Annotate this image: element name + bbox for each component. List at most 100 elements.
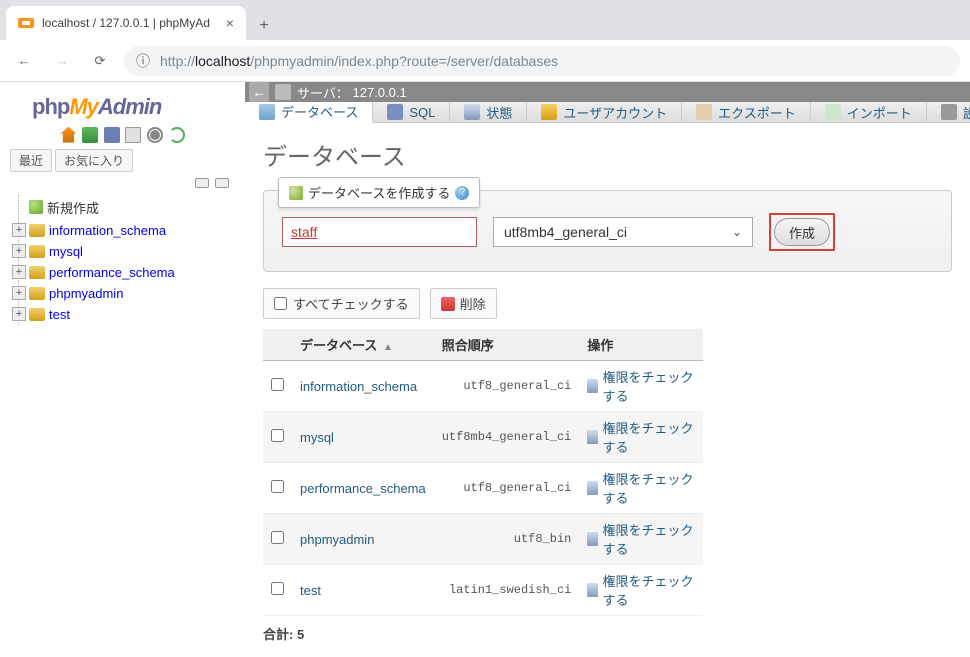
tree-item[interactable]: + mysql — [12, 241, 237, 262]
user-icon — [541, 104, 557, 120]
create-button[interactable]: 作成 — [774, 218, 830, 246]
tree-item[interactable]: +information_schema — [12, 220, 237, 241]
total-row: 合計: 5 — [263, 624, 952, 643]
privileges-icon — [587, 481, 598, 495]
db-name-link[interactable]: mysql — [300, 430, 334, 445]
expand-icon[interactable]: + — [12, 265, 26, 279]
row-checkbox[interactable] — [271, 378, 284, 391]
tab-settings[interactable]: 設定 — [927, 102, 970, 122]
check-privileges-link[interactable]: 権限をチェックする — [587, 469, 695, 507]
server-icon — [275, 84, 291, 100]
new-tab-button[interactable]: + — [250, 12, 278, 40]
check-all[interactable]: すべてチェックする — [263, 288, 420, 319]
database-icon — [259, 104, 275, 120]
tree-item-label: phpmyadmin — [49, 286, 123, 301]
db-icon — [29, 308, 45, 321]
status-icon — [464, 104, 480, 120]
sidebar: phpMyAdmin 最近 お気に入り — [0, 82, 245, 600]
tab-status[interactable]: 状態 — [450, 102, 527, 122]
row-checkbox[interactable] — [271, 582, 284, 595]
tree-item[interactable]: + test — [12, 304, 237, 325]
db-icon — [29, 245, 45, 258]
db-icon — [29, 266, 45, 279]
home-icon[interactable] — [60, 127, 76, 143]
collation-select[interactable]: utf8mb4_general_ci ⌄ — [493, 217, 753, 247]
check-privileges-link[interactable]: 権限をチェックする — [587, 367, 695, 405]
docs-icon[interactable] — [125, 127, 141, 143]
sidebar-toolbar — [8, 126, 237, 143]
db-tree: 新規作成 +information_schema+mysql+performan… — [8, 195, 237, 325]
db-name-link[interactable]: phpmyadmin — [300, 532, 374, 547]
check-privileges-link[interactable]: 権限をチェックする — [587, 418, 695, 456]
row-checkbox[interactable] — [271, 429, 284, 442]
expand-icon[interactable]: + — [12, 223, 26, 237]
reload-button[interactable]: ⟳ — [86, 47, 114, 75]
browser-addressbar: ← → ⟳ ⓘ http://localhost/phpmyadmin/inde… — [0, 40, 970, 82]
tree-item-label: mysql — [49, 244, 83, 259]
table-row: phpmyadminutf8_bin権限をチェックする — [263, 514, 703, 565]
tree-item-label: test — [49, 307, 70, 322]
check-privileges-link[interactable]: 権限をチェックする — [587, 571, 695, 609]
table-row: performance_schema utf8_general_ci権限をチェック… — [263, 463, 703, 514]
tab-export[interactable]: エクスポート — [682, 102, 811, 122]
export-icon — [696, 104, 712, 120]
db-table: データベース ▲ 照合順序 操作 information_schemautf8_… — [263, 329, 703, 616]
reload-icon[interactable] — [169, 127, 185, 143]
tab-sql[interactable]: SQL — [373, 102, 450, 122]
check-all-checkbox[interactable] — [274, 297, 287, 310]
close-icon[interactable]: × — [226, 15, 234, 31]
col-database[interactable]: データベース ▲ — [292, 329, 434, 361]
settings-icon[interactable] — [147, 127, 163, 143]
col-collation[interactable]: 照合順序 — [434, 329, 580, 361]
logout-icon[interactable] — [82, 127, 98, 143]
expand-icon[interactable]: + — [12, 244, 26, 258]
tab-import[interactable]: インポート — [811, 102, 927, 122]
help-icon[interactable]: ? — [455, 186, 469, 200]
tree-new-db[interactable]: 新規作成 — [12, 195, 237, 220]
tab-favorites[interactable]: お気に入り — [55, 149, 133, 172]
favicon-icon — [18, 15, 34, 31]
tree-item[interactable]: + phpmyadmin — [12, 283, 237, 304]
table-row: testlatin1_swedish_ci権限をチェックする — [263, 565, 703, 616]
privileges-icon — [587, 583, 598, 597]
import-icon — [825, 104, 841, 120]
content-tabs: データベース SQL 状態 ユーザアカウント エクスポート インポート 設定 — [245, 102, 970, 123]
table-row: mysql utf8mb4_general_ci権限をチェックする — [263, 412, 703, 463]
tree-item[interactable]: +performance_schema — [12, 262, 237, 283]
url-input[interactable]: ⓘ http://localhost/phpmyadmin/index.php?… — [124, 46, 960, 76]
expand-icon[interactable]: + — [12, 286, 26, 300]
link-icon[interactable] — [215, 178, 229, 188]
tab-title: localhost / 127.0.0.1 | phpMyAd — [42, 16, 210, 30]
db-collation: utf8_general_ci — [434, 463, 580, 514]
db-collation: utf8mb4_general_ci — [434, 412, 580, 463]
db-name-link[interactable]: performance_schema — [300, 481, 426, 496]
gear-icon — [941, 104, 957, 120]
browser-tab[interactable]: localhost / 127.0.0.1 | phpMyAd × — [6, 6, 246, 40]
sql-tab-icon — [387, 104, 403, 120]
fieldset-legend: データベースを作成する ? — [278, 177, 480, 208]
new-db-icon — [29, 200, 43, 214]
db-name-input[interactable] — [282, 217, 477, 247]
info-icon: ⓘ — [136, 51, 150, 71]
back-button[interactable]: ← — [10, 47, 38, 75]
forward-button[interactable]: → — [48, 47, 76, 75]
db-name-link[interactable]: test — [300, 583, 321, 598]
collapse-icon[interactable] — [195, 178, 209, 188]
sort-asc-icon: ▲ — [383, 342, 393, 353]
tab-databases[interactable]: データベース — [245, 102, 373, 123]
db-icon — [29, 224, 45, 237]
tab-recent[interactable]: 最近 — [10, 149, 52, 172]
row-checkbox[interactable] — [271, 531, 284, 544]
privileges-icon — [587, 430, 598, 444]
collapse-nav-icon[interactable]: ← — [249, 82, 269, 102]
url-text: http://localhost/phpmyadmin/index.php?ro… — [160, 53, 558, 69]
delete-button[interactable]: 削除 — [430, 288, 497, 319]
db-name-link[interactable]: information_schema — [300, 379, 417, 394]
sql-icon[interactable] — [104, 127, 120, 143]
expand-icon[interactable]: + — [12, 307, 26, 321]
tab-users[interactable]: ユーザアカウント — [527, 102, 682, 122]
page-title: データベース — [263, 137, 952, 172]
create-db-icon — [289, 186, 303, 200]
check-privileges-link[interactable]: 権限をチェックする — [587, 520, 695, 558]
row-checkbox[interactable] — [271, 480, 284, 493]
